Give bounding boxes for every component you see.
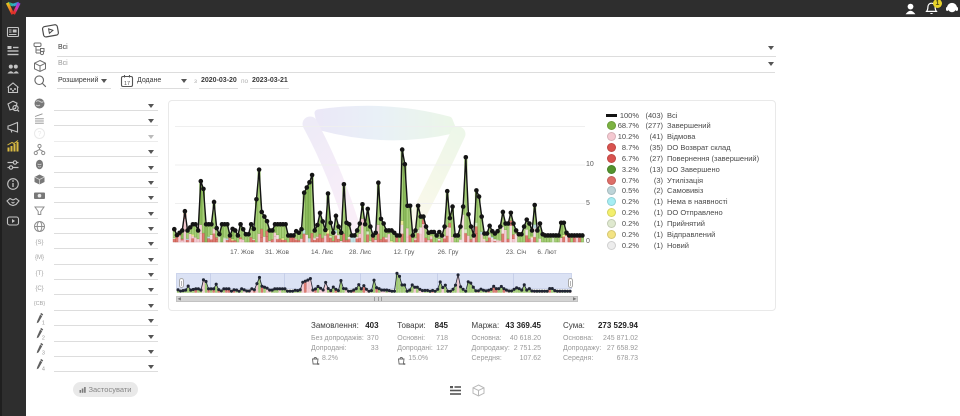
- svg-text:{T}: {T}: [36, 270, 44, 276]
- svg-text:{S}: {S}: [35, 240, 43, 246]
- svg-text:?: ?: [38, 131, 42, 138]
- svg-text:{C}: {C}: [35, 286, 43, 292]
- svg-text:{M}: {M}: [35, 255, 44, 261]
- svg-text:{CB}: {CB}: [34, 301, 45, 307]
- svg-text:3: 3: [42, 351, 45, 356]
- svg-text:2: 2: [42, 335, 45, 340]
- svg-text:1: 1: [42, 320, 45, 325]
- svg-text:4: 4: [42, 366, 45, 371]
